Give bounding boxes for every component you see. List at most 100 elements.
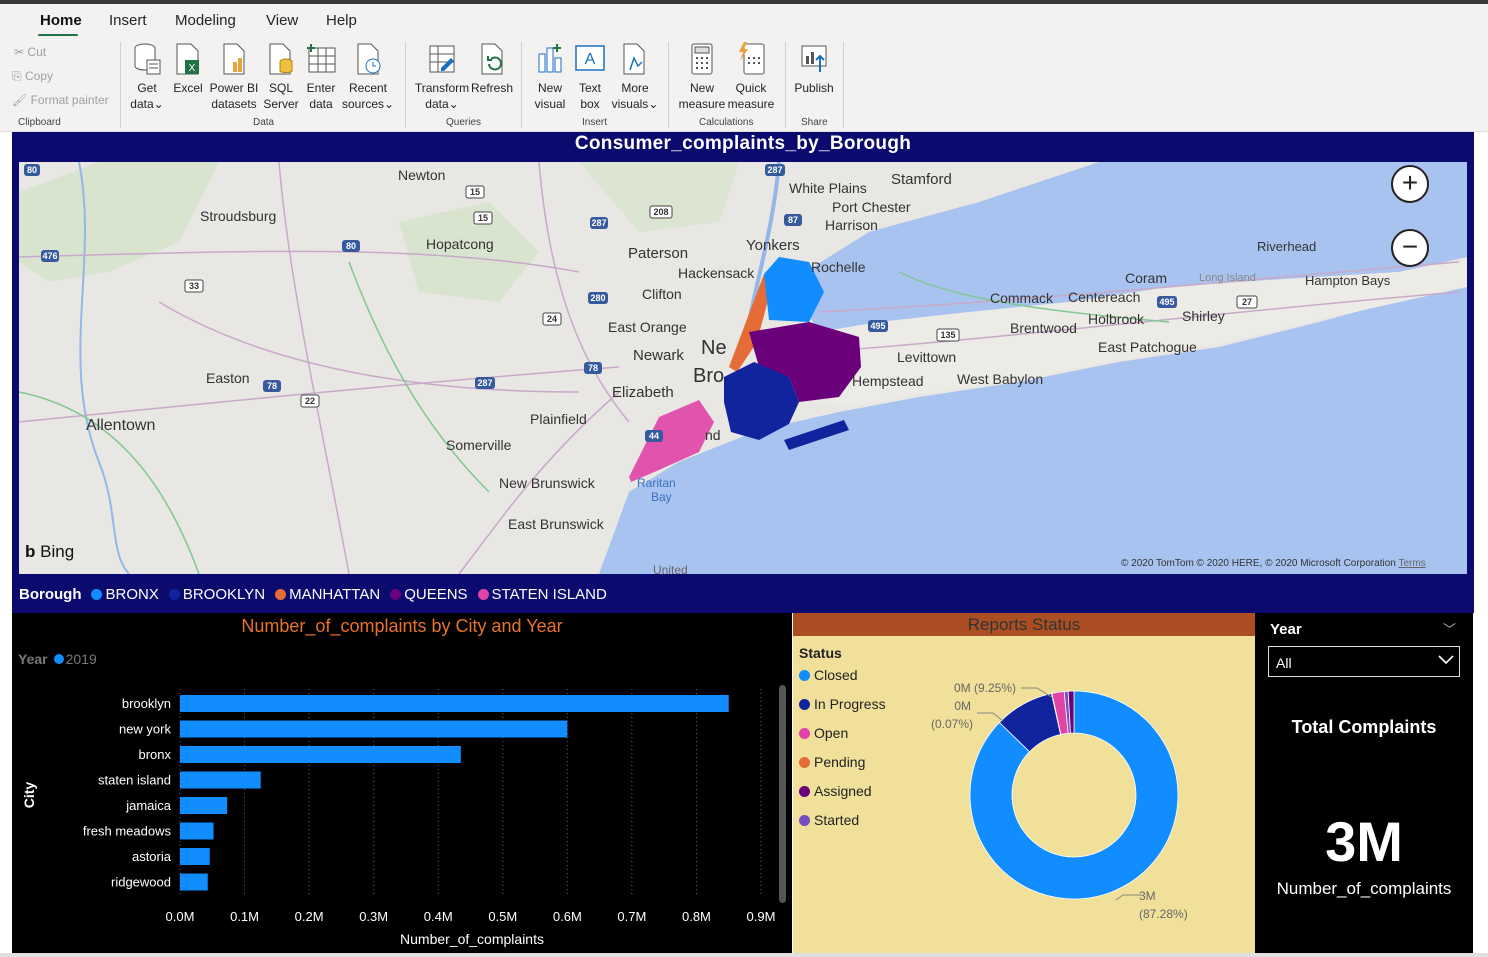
svg-text:Long Island: Long Island	[1199, 272, 1256, 284]
new-measure-label-1: New	[689, 81, 714, 95]
bar-chart-visual[interactable]: Number_of_complaints by City and Year Ye…	[12, 613, 792, 953]
excel-button[interactable]: X Excel	[172, 42, 204, 96]
sql-server-button[interactable]: SQL Server	[262, 42, 300, 112]
zoom-out-button[interactable]: −	[1391, 229, 1429, 267]
copy-button[interactable]: ⎘ Copy	[12, 69, 53, 84]
chevron-down-icon	[1438, 655, 1454, 665]
slice-label-pending-value: 0M	[954, 699, 971, 713]
card-value: 3M	[1325, 810, 1403, 873]
legend-item-staten-island[interactable]: STATEN ISLAND	[477, 586, 607, 603]
format-painter-button[interactable]: 🖌 Format painter	[12, 93, 109, 107]
svg-text:476: 476	[42, 251, 57, 261]
x-tick-label: 0.0M	[166, 909, 195, 924]
donut-chart-svg: 3M (87.28%) 0M (9.25%) 0M (0.07%)	[931, 681, 1188, 921]
bar-jamaica[interactable]	[180, 797, 228, 814]
new-measure-label-2: measure	[678, 97, 726, 111]
new-visual-button[interactable]: New visual	[531, 42, 569, 112]
map-copyright: © 2020 TomTom © 2020 HERE, © 2020 Micros…	[1121, 558, 1426, 569]
bar-brooklyn[interactable]	[180, 695, 729, 712]
scrollbar[interactable]	[779, 685, 786, 903]
svg-text:Clifton: Clifton	[642, 286, 682, 302]
refresh-button[interactable]: Refresh	[471, 42, 513, 96]
svg-text:80: 80	[346, 241, 356, 251]
x-tick-label: 0.4M	[424, 909, 453, 924]
terms-link[interactable]: Terms	[1398, 558, 1425, 569]
legend-item-queens[interactable]: QUEENS	[390, 585, 468, 603]
svg-text:Coram: Coram	[1125, 270, 1167, 286]
recent-sources-button[interactable]: Recent sources⌄	[342, 42, 394, 112]
more-visuals-button[interactable]: More visuals⌄	[610, 42, 660, 112]
publish-button[interactable]: Publish	[792, 42, 836, 96]
map-canvas[interactable]: 80 476 33 15 15 208 287 287 80 280 24 78…	[19, 162, 1467, 574]
paintbrush-icon: 🖌	[12, 93, 28, 107]
bar-fresh-meadows[interactable]	[180, 822, 214, 840]
chevron-down-icon: ⌄	[384, 97, 395, 111]
group-separator	[120, 42, 121, 128]
enter-data-button[interactable]: Enter data	[302, 42, 340, 112]
leader-line	[1115, 894, 1141, 901]
map-legend: Borough BRONX BROOKLYN MANHATTAN QUEENS STAT…	[19, 583, 611, 605]
svg-text:280: 280	[590, 293, 605, 303]
bar-astoria[interactable]	[180, 848, 210, 865]
quick-measure-label-1: Quick	[735, 81, 767, 95]
bing-logo: b Bing	[25, 542, 74, 562]
svg-text:22: 22	[305, 396, 315, 406]
slice-label-inprogress: 0M (9.25%)	[954, 681, 1016, 695]
svg-text:Holbrook: Holbrook	[1088, 311, 1145, 327]
svg-text:287: 287	[477, 378, 492, 388]
enter-data-label-2: data	[309, 97, 333, 111]
year-dropdown[interactable]: All	[1268, 646, 1460, 677]
get-data-button[interactable]: Get data⌄	[129, 42, 165, 112]
tab-help[interactable]: Help	[326, 12, 357, 29]
bar-bronx[interactable]	[180, 746, 461, 763]
svg-text:208: 208	[653, 207, 668, 217]
new-measure-button[interactable]: New measure	[678, 42, 726, 112]
zoom-in-button[interactable]: +	[1391, 165, 1429, 203]
legend-item-manhattan[interactable]: MANHATTAN	[275, 586, 380, 603]
bar-new-york[interactable]	[180, 720, 568, 738]
tab-home[interactable]: Home	[40, 12, 82, 29]
map-visual[interactable]: Consumer_complaints_by_Borough 80 476 33…	[12, 132, 1474, 613]
legend-item-brooklyn[interactable]: BROOKLYN	[168, 586, 265, 603]
quick-measure-button[interactable]: Quick measure	[727, 42, 775, 112]
legend-dot	[275, 588, 287, 600]
bar-staten-island[interactable]	[180, 771, 261, 789]
x-tick-label: 0.2M	[295, 909, 324, 924]
chevron-down-icon[interactable]: ﹀	[1443, 619, 1456, 638]
donut-chart-visual[interactable]: Reports Status Status Closed In Progress O…	[793, 613, 1255, 953]
database-icon	[134, 43, 161, 75]
svg-text:Brentwood: Brentwood	[1010, 320, 1077, 336]
legend-dot	[168, 588, 180, 600]
legend-label: QUEENS	[404, 585, 468, 603]
tab-view[interactable]: View	[266, 12, 298, 29]
text-box-button[interactable]: A Text box	[572, 42, 608, 112]
powerbi-datasets-button[interactable]: Power BI datasets	[208, 42, 260, 112]
tab-modeling[interactable]: Modeling	[175, 12, 236, 29]
x-tick-label: 0.5M	[488, 909, 517, 924]
format-painter-label: Format painter	[30, 93, 109, 107]
tab-insert[interactable]: Insert	[109, 12, 147, 29]
legend-item-bronx[interactable]: BRONX	[91, 586, 159, 603]
cut-button[interactable]: ✂ Cut	[14, 45, 46, 59]
svg-text:33: 33	[189, 281, 199, 291]
year-slicer[interactable]: Year ﹀ All	[1255, 613, 1473, 715]
svg-text:27: 27	[1242, 297, 1252, 307]
svg-text:Commack: Commack	[990, 290, 1054, 306]
svg-text:West Babylon: West Babylon	[957, 371, 1043, 387]
svg-text:X: X	[189, 63, 196, 74]
more-visuals-label-2: visuals	[611, 97, 649, 111]
scissors-icon: ✂	[14, 45, 25, 59]
svg-text:Newton: Newton	[398, 167, 445, 183]
transform-data-button[interactable]: Transform data⌄	[414, 42, 470, 112]
bar-ridgewood[interactable]	[180, 873, 208, 891]
x-tick-label: 0.1M	[230, 909, 259, 924]
svg-text:Stroudsburg: Stroudsburg	[200, 208, 276, 224]
svg-text:New Brunswick: New Brunswick	[499, 475, 596, 491]
category-label: new york	[119, 722, 172, 737]
copy-icon: ⎘	[12, 69, 22, 83]
new-visual-label-1: New	[537, 81, 562, 95]
copy-label: Copy	[24, 69, 53, 83]
y-axis-label: City	[21, 782, 37, 809]
total-complaints-card[interactable]: Total Complaints 3M Number_of_complaints	[1255, 715, 1473, 953]
sql-server-icon	[269, 43, 293, 75]
